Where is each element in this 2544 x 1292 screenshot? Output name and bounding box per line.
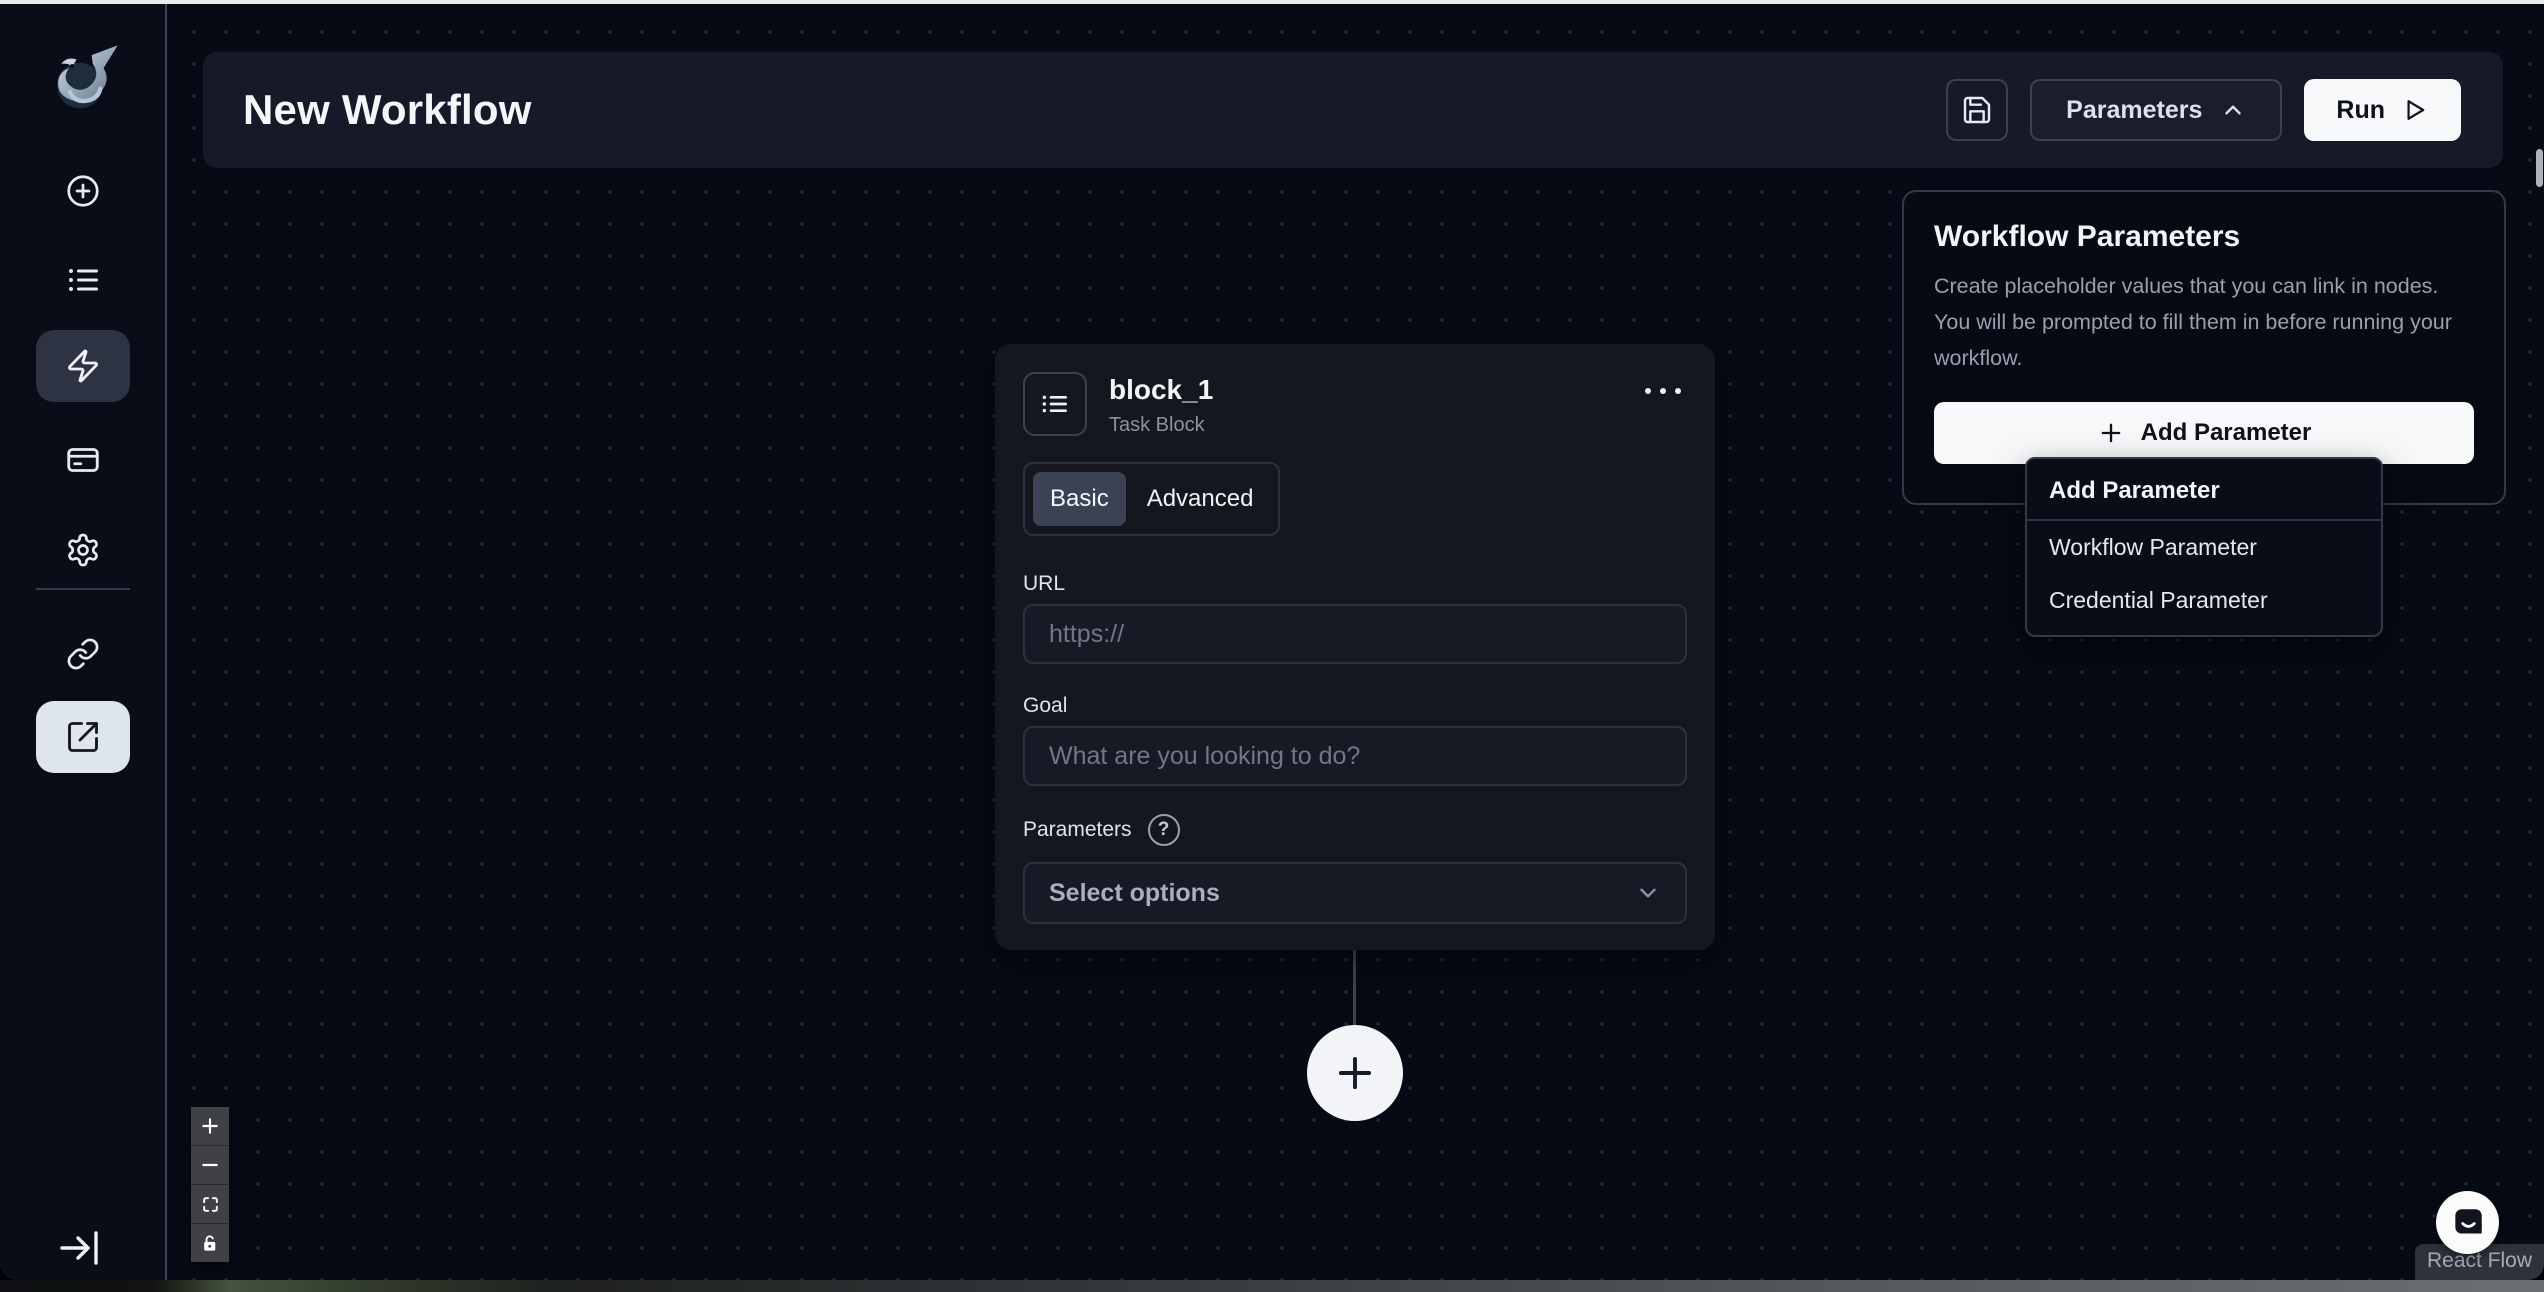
- play-icon: [2407, 100, 2425, 120]
- link-icon: [67, 638, 98, 670]
- unlock-icon: [203, 1234, 215, 1251]
- run-button-label: Run: [2336, 95, 2385, 124]
- chevron-down-icon: [1640, 888, 1656, 898]
- scrollbar-thumb[interactable]: [2536, 149, 2543, 187]
- lightning-icon: [67, 349, 98, 383]
- plus-circle-icon: [66, 175, 99, 207]
- url-label: URL: [1023, 572, 1066, 595]
- plus-icon: [1338, 1056, 1372, 1090]
- parameters-select[interactable]: Select options: [1023, 862, 1687, 924]
- tab-advanced[interactable]: Advanced: [1130, 472, 1271, 526]
- task-block-node[interactable]: block_1 Task Block Basic Advanced URL Go…: [995, 344, 1715, 950]
- sidebar-item-runs[interactable]: [57, 254, 109, 306]
- parameters-label: Parameters: [1023, 818, 1132, 841]
- url-input[interactable]: [1023, 604, 1687, 664]
- list-icon: [1042, 395, 1067, 413]
- tab-basic[interactable]: Basic: [1033, 472, 1126, 526]
- create-new-button[interactable]: [57, 165, 109, 217]
- arrow-right-to-line-icon: [60, 1231, 98, 1265]
- sidebar-item-share[interactable]: [35, 701, 130, 773]
- external-link-icon: [67, 722, 98, 752]
- node-connector-edge: [1353, 950, 1356, 1026]
- plus-icon: [202, 1118, 218, 1134]
- gear-icon: [67, 533, 98, 567]
- add-node-button[interactable]: [1307, 1025, 1403, 1121]
- fit-view-button[interactable]: [191, 1185, 229, 1223]
- run-button[interactable]: Run: [2304, 79, 2461, 141]
- block-name: block_1: [1109, 374, 1214, 405]
- panel-description: Create placeholder values that you can l…: [1934, 274, 2452, 370]
- help-icon[interactable]: ?: [1147, 814, 1180, 846]
- sidebar-item-workflows[interactable]: [35, 330, 130, 402]
- save-button[interactable]: [1946, 79, 2009, 141]
- app-window: New Workflow Parameters Run block_1 Task…: [0, 4, 2544, 1280]
- save-icon: [1963, 96, 1991, 124]
- block-type-label: Task Block: [1109, 414, 1205, 436]
- goal-input[interactable]: [1023, 726, 1687, 786]
- add-parameter-menu: Add Parameter Workflow Parameter Credent…: [2025, 457, 2383, 637]
- chat-widget-button[interactable]: [2436, 1191, 2499, 1254]
- menu-header: Add Parameter: [2049, 477, 2220, 504]
- credit-card-icon: [66, 448, 99, 472]
- chat-bubble-icon: [2454, 1208, 2482, 1234]
- menu-item-workflow-parameter[interactable]: Workflow Parameter: [2027, 521, 2381, 574]
- page-title: New Workflow: [243, 86, 532, 133]
- minus-icon: [202, 1163, 218, 1167]
- parameters-button-label: Parameters: [2066, 95, 2203, 124]
- sidebar: [0, 4, 167, 1280]
- chevron-up-icon: [2225, 105, 2242, 115]
- add-parameter-button-label: Add Parameter: [2140, 419, 2312, 446]
- fit-view-icon: [202, 1196, 218, 1212]
- sidebar-item-integrations[interactable]: [57, 628, 109, 680]
- block-options-menu-button[interactable]: [1639, 382, 1687, 400]
- sidebar-item-billing[interactable]: [57, 434, 109, 486]
- panel-title: Workflow Parameters: [1934, 220, 2241, 253]
- zoom-out-button[interactable]: [191, 1146, 229, 1184]
- expand-sidebar-button[interactable]: [56, 1224, 104, 1272]
- plus-icon: [2101, 423, 2120, 443]
- menu-item-credential-parameter[interactable]: Credential Parameter: [2027, 574, 2381, 627]
- list-icon: [68, 269, 98, 291]
- lock-toggle-button[interactable]: [191, 1224, 229, 1262]
- desktop-edge-strip: [0, 1280, 2544, 1292]
- goal-label: Goal: [1023, 694, 1068, 717]
- block-type-icon-box: [1023, 372, 1087, 436]
- parameters-select-value: Select options: [1049, 878, 1220, 907]
- workflow-header: New Workflow Parameters Run: [203, 52, 2503, 168]
- parameters-toggle-button[interactable]: Parameters: [2030, 79, 2283, 141]
- sidebar-divider: [35, 588, 130, 590]
- block-mode-tabs: Basic Advanced: [1023, 462, 1281, 536]
- sidebar-item-settings[interactable]: [57, 524, 109, 576]
- skyvern-logo: [44, 40, 122, 118]
- window-top-edge: [0, 0, 2544, 4]
- canvas-controls: [191, 1107, 229, 1262]
- add-parameter-button[interactable]: Add Parameter: [1934, 402, 2474, 464]
- zoom-in-button[interactable]: [191, 1107, 229, 1145]
